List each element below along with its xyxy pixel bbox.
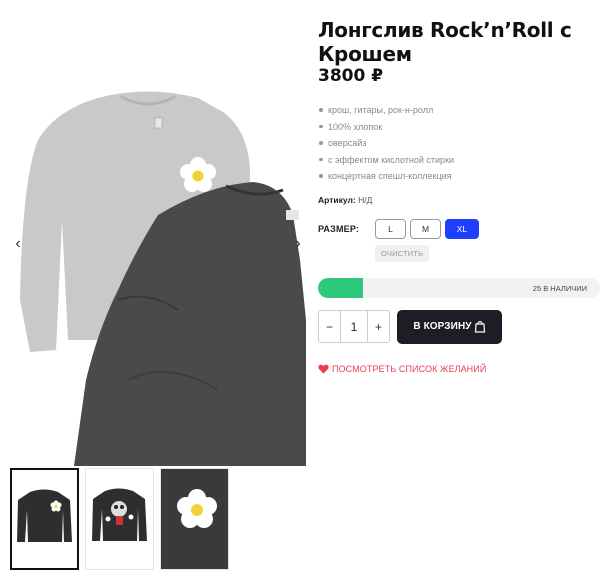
- shopping-bag-icon: [474, 320, 485, 333]
- sku-label: Артикул:: [318, 194, 356, 205]
- thumbnail-krosh-print-image: [92, 488, 147, 541]
- stock-text: 25 В НАЛИЧИИ: [532, 283, 587, 293]
- wishlist-link[interactable]: ПОСМОТРЕТЬ СПИСОК ЖЕЛАНИЙ: [318, 364, 600, 374]
- quantity-stepper: − 1 +: [318, 310, 390, 343]
- cart-row: − 1 + В КОРЗИНУ: [318, 309, 600, 344]
- add-to-cart-label: В КОРЗИНУ: [413, 321, 472, 332]
- feature-item: 100% хлопок: [318, 119, 600, 136]
- gallery-prev-arrow-icon[interactable]: ‹: [10, 234, 26, 254]
- size-option-l[interactable]: L: [375, 218, 406, 239]
- heart-icon: [318, 364, 329, 373]
- sku-value: Н/Д: [358, 194, 373, 205]
- feature-item: крош, гитары, рок-н-ролл: [318, 102, 600, 119]
- quantity-value[interactable]: 1: [340, 311, 368, 342]
- quantity-increase-button[interactable]: +: [368, 311, 389, 342]
- thumbnail-2[interactable]: [85, 468, 154, 570]
- product-title: Лонгслив Rock’n’Roll с Крошем: [318, 18, 572, 66]
- thumbnail-daisy-closeup-image: [161, 469, 228, 569]
- feature-list: крош, гитары, рок-н-ролл 100% хлопок ове…: [318, 102, 600, 185]
- thumbnail-3[interactable]: [160, 468, 229, 570]
- product-info: Лонгслив Rock’n’Roll с Крошем 3800 ₽ кро…: [318, 18, 600, 374]
- quantity-decrease-button[interactable]: −: [319, 311, 340, 342]
- feature-item: с эффектом кислотной стирки: [318, 152, 600, 169]
- size-option-xl[interactable]: XL: [445, 218, 479, 239]
- stock-bar-fill: [318, 277, 364, 298]
- wishlist-label: ПОСМОТРЕТЬ СПИСОК ЖЕЛАНИЙ: [332, 363, 487, 374]
- size-option-m[interactable]: M: [410, 218, 441, 239]
- product-price: 3800 ₽: [318, 66, 384, 86]
- thumbnail-strip: [10, 468, 229, 570]
- clear-size-button[interactable]: ОЧИСТИТЬ: [375, 244, 430, 262]
- size-selector: РАЗМЕР: L M XL: [318, 218, 600, 239]
- gallery-next-arrow-icon[interactable]: ›: [290, 234, 306, 254]
- feature-item: концертная спешл-коллекция: [318, 168, 600, 185]
- feature-item: оверсайз: [318, 135, 600, 152]
- size-label: РАЗМЕР:: [318, 223, 360, 234]
- thumbnail-dark-longsleeve-image: [17, 489, 72, 542]
- stock-bar: 25 В НАЛИЧИИ: [318, 277, 600, 298]
- add-to-cart-button[interactable]: В КОРЗИНУ: [397, 309, 502, 344]
- sku-row: Артикул: Н/Д: [318, 195, 600, 205]
- longsleeve-photo: [20, 91, 306, 466]
- product-main-image: [8, 0, 306, 466]
- thumbnail-1[interactable]: [10, 468, 79, 570]
